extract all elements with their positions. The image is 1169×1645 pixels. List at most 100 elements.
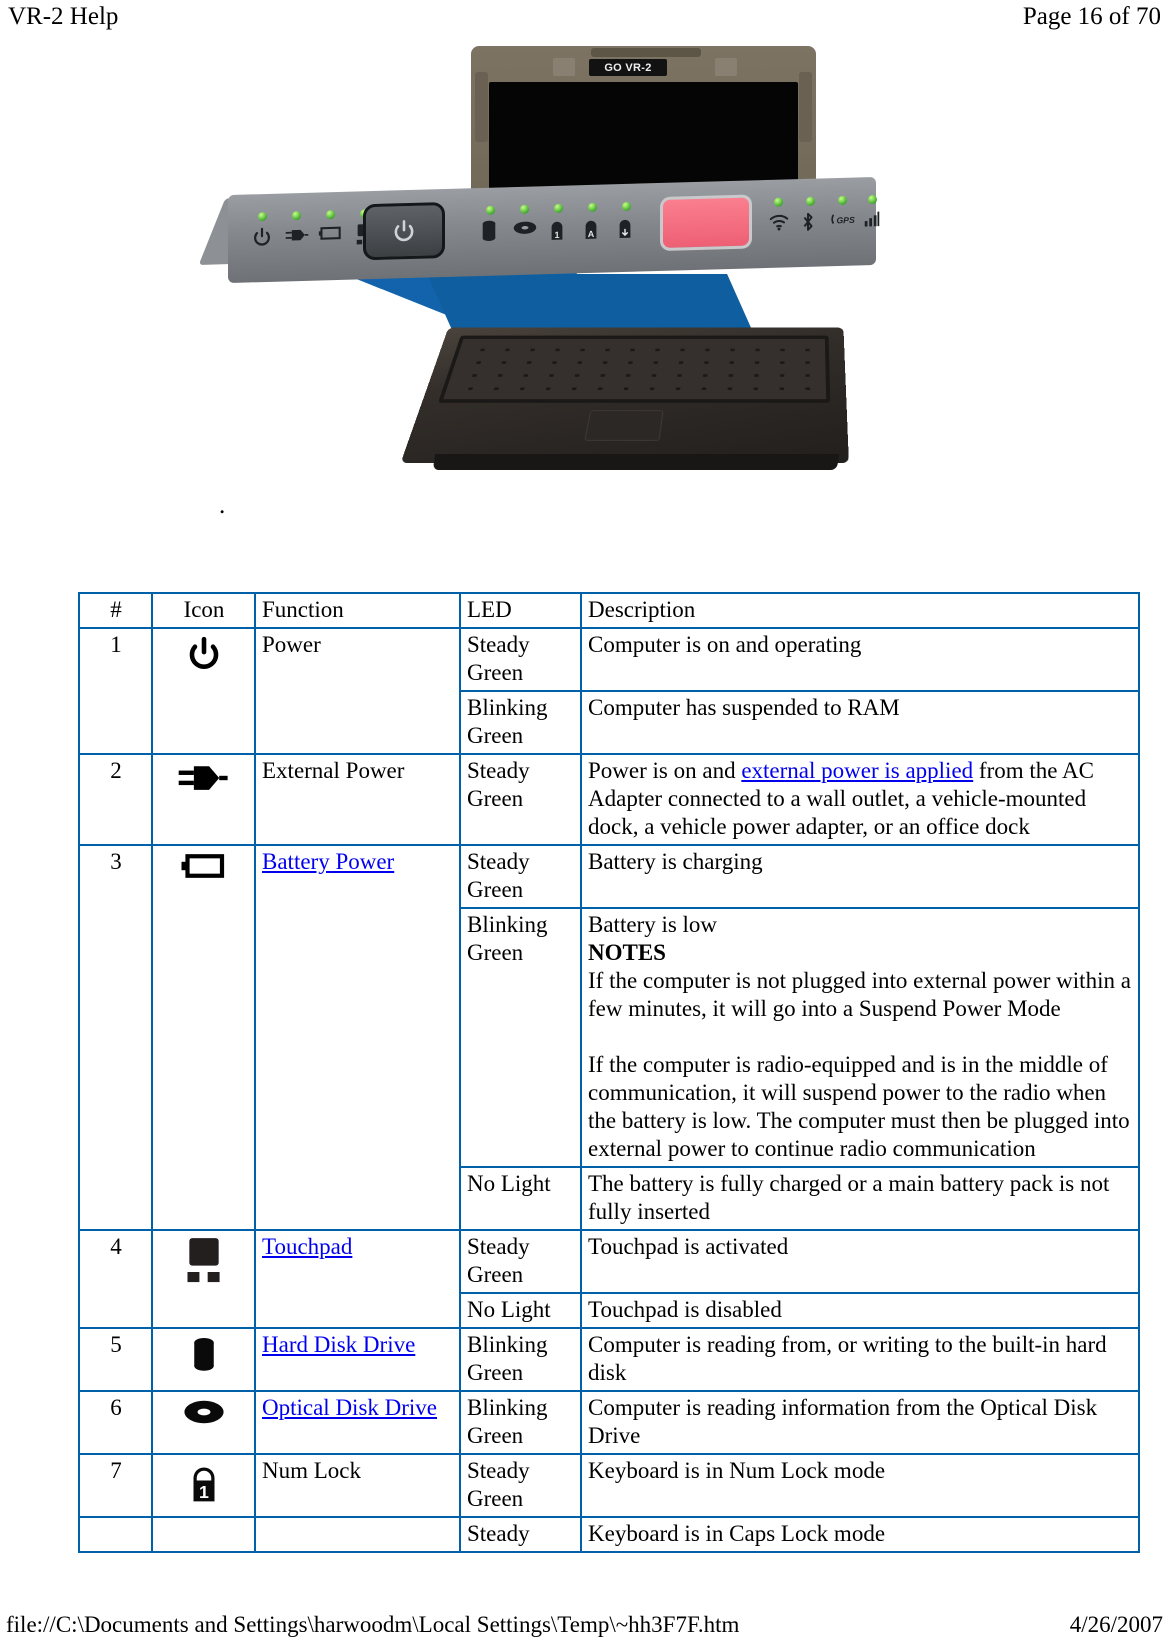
wifi-icon <box>768 211 792 238</box>
row-number: 4 <box>78 1229 153 1329</box>
state-description: The battery is fully charged or a main b… <box>580 1166 1140 1231</box>
scroll-lock-icon <box>616 216 640 243</box>
lid-brand-badge: GO VR-2 <box>589 59 667 76</box>
power-button[interactable] <box>363 201 445 261</box>
optical-disk-icon <box>512 218 537 245</box>
battery-power-link[interactable]: Battery Power <box>262 849 394 874</box>
deck-wedge-body <box>427 274 753 332</box>
battery-icon <box>180 852 228 882</box>
hard-disk-icon <box>480 219 504 246</box>
col-header-function: Function <box>254 592 461 629</box>
battery-icon <box>318 224 342 251</box>
led-signal <box>868 194 877 205</box>
table-header-row: # Icon Function LED Description <box>78 592 1140 629</box>
external-power-link[interactable]: external power is applied <box>741 758 973 783</box>
page-header: VR-2 Help Page 16 of 70 <box>0 0 1169 34</box>
col-header-number: # <box>78 592 153 629</box>
optical-disk-drive-link[interactable]: Optical Disk Drive <box>262 1395 437 1420</box>
state-description: Power is on and external power is applie… <box>580 753 1140 846</box>
state-description: Touchpad is disabled <box>580 1292 1140 1329</box>
print-date: 4/26/2007 <box>1069 1612 1163 1637</box>
icon-cell <box>151 1229 256 1329</box>
led-state: Steady <box>459 1516 582 1553</box>
indicator-bar-contents: 1 A GPS <box>228 177 880 283</box>
svg-text:1: 1 <box>554 230 559 240</box>
table-row: 7 1 Num Lock Steady Green Keyboard is in… <box>78 1453 1140 1518</box>
state-description: Touchpad is activated <box>580 1229 1140 1294</box>
icon-cell <box>151 1327 256 1392</box>
row-number: 7 <box>78 1453 153 1518</box>
table-row: Steady Keyboard is in Caps Lock mode <box>78 1516 1140 1553</box>
table-row: 2 External Power Steady Green Power is o… <box>78 753 1140 846</box>
keyboard <box>438 335 831 403</box>
led-gps <box>838 195 847 206</box>
led-state: Steady Green <box>459 1453 582 1518</box>
gps-icon: GPS <box>830 210 855 237</box>
svg-text:1: 1 <box>199 1482 209 1502</box>
icon-cell <box>151 844 256 1231</box>
touchpad-surface <box>584 410 664 441</box>
table-row: 1 Power Steady Green Computer is on and … <box>78 627 1140 755</box>
page-number-label: Page 16 of 70 <box>1022 3 1161 30</box>
led-state: Steady Green <box>459 1229 582 1294</box>
hard-disk-icon <box>191 1335 217 1379</box>
function-label: External Power <box>254 753 461 846</box>
led-state: Blinking Green <box>459 907 582 1168</box>
icon-cell: 1 <box>151 1453 256 1518</box>
row-number: 6 <box>78 1390 153 1455</box>
led-state: Blinking Green <box>459 1390 582 1455</box>
icon-cell <box>151 753 256 846</box>
led-num-lock <box>554 203 563 213</box>
led-scroll-lock <box>622 201 631 212</box>
function-label: Optical Disk Drive <box>254 1390 461 1455</box>
external-power-icon <box>284 225 309 252</box>
state-description: Computer is reading from, or writing to … <box>580 1327 1140 1392</box>
col-header-icon: Icon <box>151 592 256 629</box>
function-label: Hard Disk Drive <box>254 1327 461 1392</box>
lid-vent-right <box>715 58 737 76</box>
table-row: 6 Optical Disk Drive Blinking Green Comp… <box>78 1390 1140 1455</box>
programmable-button[interactable] <box>660 194 752 251</box>
led-optical-disk <box>520 204 529 214</box>
led-battery <box>326 210 335 220</box>
function-label: Touchpad <box>254 1229 461 1329</box>
touchpad-link[interactable]: Touchpad <box>262 1234 352 1259</box>
state-description: Computer is reading information from the… <box>580 1390 1140 1455</box>
led-state: Blinking Green <box>459 690 582 755</box>
row-number: 1 <box>78 627 153 755</box>
state-description: Computer has suspended to RAM <box>580 690 1140 755</box>
note-paragraph-1: If the computer is not plugged into exte… <box>588 968 1131 1021</box>
function-label: Num Lock <box>254 1453 461 1518</box>
trailing-period: . <box>219 492 226 519</box>
svg-text:GPS: GPS <box>836 215 855 226</box>
led-state: Steady Green <box>459 844 582 909</box>
led-state: Steady Green <box>459 627 582 692</box>
led-state: Steady Green <box>459 753 582 846</box>
num-lock-icon: 1 <box>187 1461 221 1503</box>
hard-disk-drive-link[interactable]: Hard Disk Drive <box>262 1332 415 1357</box>
row-number: 2 <box>78 753 153 846</box>
laptop-base <box>400 327 849 463</box>
lid-vent-left <box>553 58 575 76</box>
icon-cell <box>151 1516 256 1553</box>
row-number <box>78 1516 153 1553</box>
icon-cell <box>151 1390 256 1455</box>
note-paragraph-2: If the computer is radio-equipped and is… <box>588 1052 1130 1161</box>
col-header-led: LED <box>459 592 582 629</box>
note-spacer <box>588 1023 1133 1051</box>
table-row: 3 Battery Power Steady Green Battery is … <box>78 844 1140 1231</box>
num-lock-icon: 1 <box>548 217 572 244</box>
signal-icon <box>862 209 886 236</box>
svg-text:A: A <box>588 229 595 239</box>
source-file-path: file://C:\Documents and Settings\harwood… <box>6 1612 740 1637</box>
state-description: Battery is low NOTES If the computer is … <box>580 907 1140 1168</box>
state-description: Keyboard is in Caps Lock mode <box>580 1516 1140 1553</box>
state-description: Battery is charging <box>580 844 1140 909</box>
led-power <box>258 211 267 222</box>
base-front-edge <box>432 454 840 470</box>
led-state: Blinking Green <box>459 1327 582 1392</box>
led-bluetooth <box>806 196 815 206</box>
led-state: No Light <box>459 1166 582 1231</box>
icon-cell <box>151 627 256 755</box>
battery-low-line: Battery is low <box>588 912 718 937</box>
